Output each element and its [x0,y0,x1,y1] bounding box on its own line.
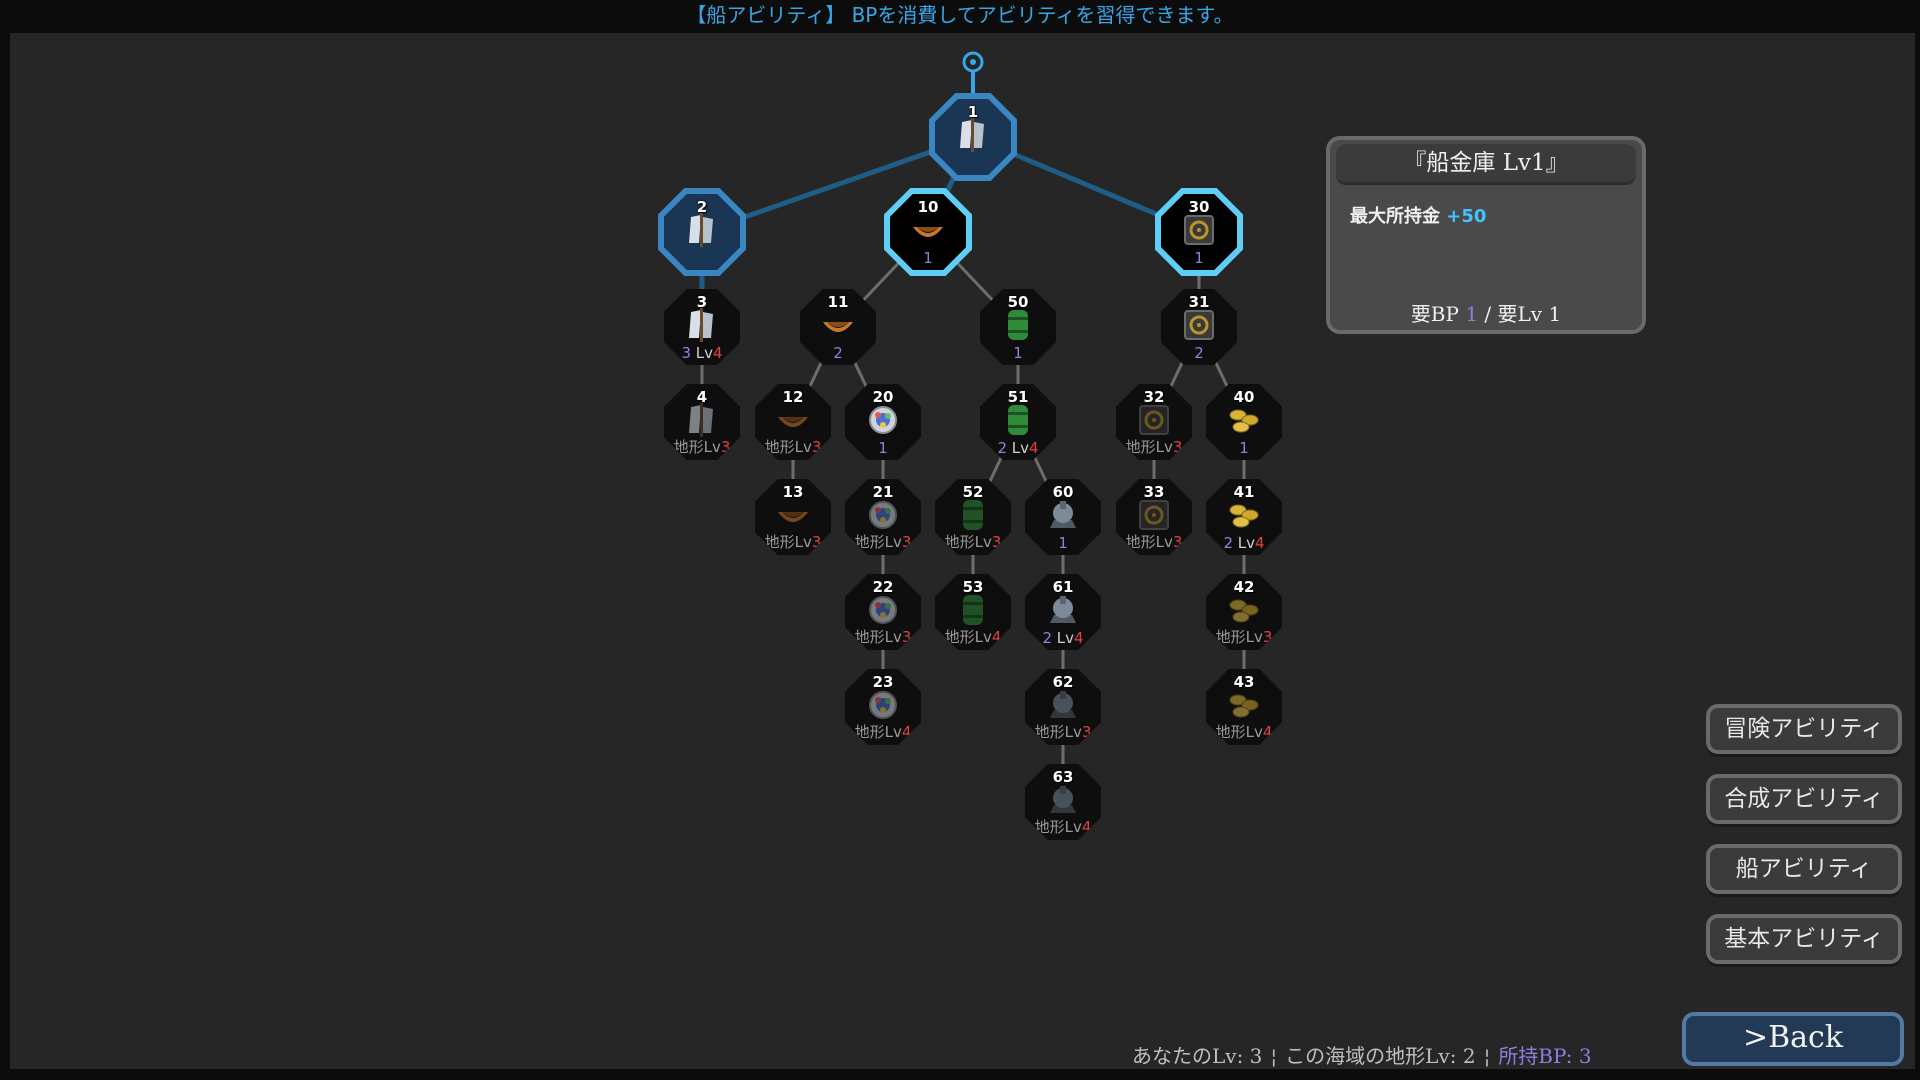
ability-node-10[interactable]: 10 1 [890,194,966,270]
status-line: あなたのLv: 3 ¦ この海域の地形Lv: 2 ¦ 所持BP: 3 [1132,1044,1592,1068]
ability-node-32[interactable]: 32 地形Lv3 [1116,384,1192,460]
hull-icon [776,403,810,437]
ability-node-50[interactable]: 50 1 [980,289,1056,365]
safe-icon [1137,498,1171,532]
cannon-icon [1046,688,1080,722]
ship-ability-button[interactable]: 船アビリティ [1706,844,1902,894]
safe-icon [1137,403,1171,437]
gold-icon [1227,498,1261,532]
ability-node-30[interactable]: 30 1 [1161,194,1237,270]
ability-node-3[interactable]: 33 Lv4 [664,289,740,365]
synthesis-ability-button[interactable]: 合成アビリティ [1706,774,1902,824]
ability-node-53[interactable]: 53 地形Lv4 [935,574,1011,650]
gold-icon [1227,688,1261,722]
ability-info-title: 『船金庫 Lv1』 [1336,144,1636,185]
adventure-ability-button[interactable]: 冒険アビリティ [1706,704,1902,754]
ability-info-box: 『船金庫 Lv1』 最大所持金 +50 要BP 1 / 要Lv 1 [1326,136,1646,334]
hull-icon [776,498,810,532]
bp-held: 所持BP: 3 [1498,1044,1592,1068]
back-button[interactable]: >Back [1682,1012,1904,1066]
ability-node-60[interactable]: 60 1 [1025,479,1101,555]
ability-node-42[interactable]: 42 地形Lv3 [1206,574,1282,650]
barrel-icon [1001,403,1035,437]
ability-node-62[interactable]: 62 地形Lv3 [1025,669,1101,745]
ability-info-requirements: 要BP 1 / 要Lv 1 [1410,302,1562,326]
tree-root-marker [962,51,984,98]
ability-node-33[interactable]: 33 地形Lv3 [1116,479,1192,555]
ability-node-41[interactable]: 41 2 Lv4 [1206,479,1282,555]
ability-node-22[interactable]: 22 地形Lv3 [845,574,921,650]
hull-icon [911,213,945,247]
ability-node-4[interactable]: 4 地形Lv3 [664,384,740,460]
terrain-level: この海域の地形Lv: 2 [1285,1044,1476,1068]
safe-icon [1182,308,1216,342]
gold-icon [1227,403,1261,437]
ability-node-13[interactable]: 13 地形Lv3 [755,479,831,555]
ability-node-12[interactable]: 12 地形Lv3 [755,384,831,460]
sail-icon [685,213,719,247]
barrel-icon [956,593,990,627]
ability-node-63[interactable]: 63 地形Lv4 [1025,764,1101,840]
sail-icon [685,308,719,342]
barrel-icon [956,498,990,532]
ability-node-51[interactable]: 51 2 Lv4 [980,384,1056,460]
sail-icon [956,118,990,152]
ability-node-52[interactable]: 52 地形Lv3 [935,479,1011,555]
ability-node-11[interactable]: 11 2 [800,289,876,365]
ability-node-61[interactable]: 61 2 Lv4 [1025,574,1101,650]
cannon-icon [1046,783,1080,817]
hull-icon [821,308,855,342]
ability-node-1[interactable]: 1 [935,99,1011,175]
ability-node-40[interactable]: 40 1 [1206,384,1282,460]
ability-node-2[interactable]: 2 [664,194,740,270]
compass-icon [866,593,900,627]
ability-node-21[interactable]: 21 地形Lv3 [845,479,921,555]
sail-icon [685,403,719,437]
player-level: あなたのLv: 3 [1132,1044,1263,1068]
compass-icon [866,403,900,437]
safe-icon [1182,213,1216,247]
cannon-icon [1046,498,1080,532]
compass-icon [866,688,900,722]
cannon-icon [1046,593,1080,627]
ability-node-31[interactable]: 31 2 [1161,289,1237,365]
ability-node-23[interactable]: 23 地形Lv4 [845,669,921,745]
compass-icon [866,498,900,532]
basic-ability-button[interactable]: 基本アビリティ [1706,914,1902,964]
gold-icon [1227,593,1261,627]
ability-node-43[interactable]: 43 地形Lv4 [1206,669,1282,745]
barrel-icon [1001,308,1035,342]
ability-node-20[interactable]: 20 1 [845,384,921,460]
ability-info-description: 最大所持金 +50 [1350,206,1487,227]
